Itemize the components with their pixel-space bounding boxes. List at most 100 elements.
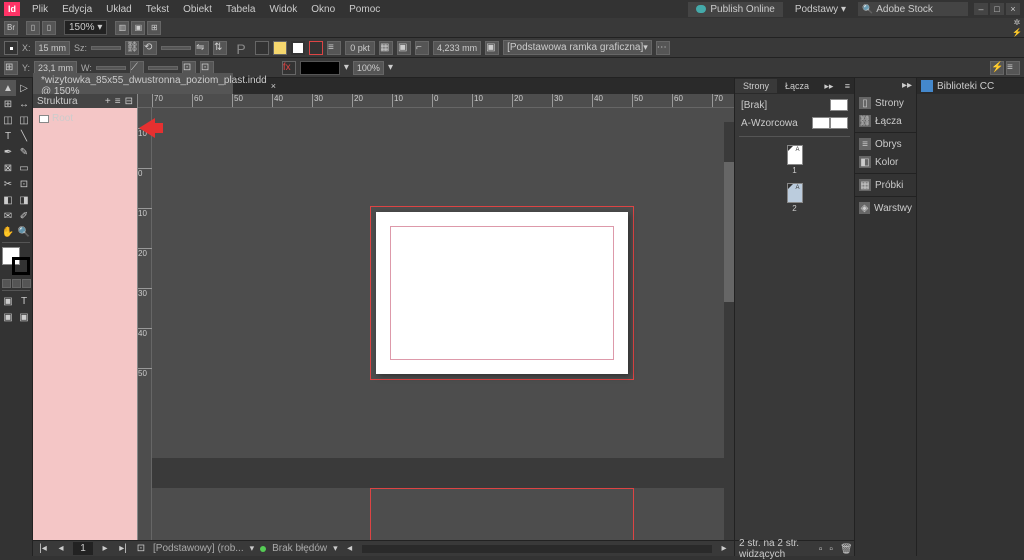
cp-stroke[interactable]: ≡Obrys: [855, 135, 916, 153]
page-2-thumb[interactable]: A: [787, 183, 803, 203]
search-input[interactable]: 🔍 Adobe Stock: [858, 2, 968, 16]
scroll-right-icon[interactable]: ▸: [718, 543, 730, 555]
menu-help[interactable]: Pomoc: [343, 2, 386, 17]
effects-icon[interactable]: ▦: [379, 41, 393, 55]
preferences-icon[interactable]: ✲: [1012, 18, 1022, 26]
panel-menu-icon[interactable]: ≡: [1006, 61, 1020, 75]
selection-tool[interactable]: ▲: [0, 80, 16, 96]
corner-icon[interactable]: ⌐: [415, 41, 429, 55]
cp-pages[interactable]: ▯Strony: [855, 94, 916, 112]
doc-icon2[interactable]: ▯: [42, 21, 56, 35]
content-collector-tool[interactable]: ◫: [0, 112, 16, 128]
zoom-field[interactable]: 150% ▾: [64, 20, 107, 35]
maximize-button[interactable]: □: [990, 3, 1004, 15]
rotate-field[interactable]: [161, 46, 191, 50]
tab-pages[interactable]: Strony: [735, 79, 777, 93]
note-tool[interactable]: ✉: [0, 208, 16, 224]
fit-icon[interactable]: ▣: [485, 41, 499, 55]
screen-mode-icon[interactable]: ▣: [131, 21, 145, 35]
horizontal-ruler[interactable]: 70 60 50 40 30 20 10 0 10 20 30 40 50 60…: [138, 94, 734, 108]
shear-field[interactable]: [148, 66, 178, 70]
page-1-thumb[interactable]: A: [787, 145, 803, 165]
object-style-select[interactable]: [Podstawowa ramka graficzna]▾: [503, 40, 652, 55]
prev-page-icon[interactable]: ◂: [55, 543, 67, 555]
h-field[interactable]: [96, 66, 126, 70]
screen-mode-btn2[interactable]: ▣: [16, 309, 32, 325]
ref-point-icon[interactable]: [4, 41, 18, 55]
rectangle-frame-tool[interactable]: ⊠: [0, 160, 16, 176]
close-button[interactable]: ×: [1006, 3, 1020, 15]
apply-color-btn[interactable]: [2, 279, 11, 288]
preview-label[interactable]: [Podstawowy] (rob...: [153, 543, 244, 554]
structure-add-icon[interactable]: +: [105, 96, 111, 107]
publish-online-button[interactable]: Publish Online: [688, 2, 782, 17]
arrange-icon[interactable]: ⊞: [147, 21, 161, 35]
gradient-swatch-tool[interactable]: ◧: [0, 192, 16, 208]
fill-stroke-swatch[interactable]: [2, 247, 30, 275]
cp-layers[interactable]: ◈Warstwy: [855, 199, 916, 217]
delete-page-icon[interactable]: 🗑: [840, 544, 850, 554]
cp-links[interactable]: ⛓Łącza: [855, 112, 916, 130]
opacity-field[interactable]: 100%: [353, 61, 384, 75]
fx-icon[interactable]: fx: [282, 61, 296, 75]
corner-field[interactable]: 4,233 mm: [433, 41, 481, 55]
view-options-icon[interactable]: ▥: [115, 21, 129, 35]
edit-page-size-icon[interactable]: ▫: [819, 544, 826, 554]
menu-text[interactable]: Tekst: [140, 2, 175, 17]
stroke-swatch[interactable]: [291, 41, 305, 55]
structure-body[interactable]: Root: [33, 108, 137, 540]
scissors-tool[interactable]: ✂: [0, 176, 16, 192]
screen-mode-btn[interactable]: ▣: [0, 309, 16, 325]
menu-window[interactable]: Okno: [305, 2, 341, 17]
panel-menu-icon[interactable]: ≡: [841, 79, 854, 93]
next-page-icon[interactable]: ▸: [99, 543, 111, 555]
menu-table[interactable]: Tabela: [220, 2, 261, 17]
quick-apply-icon[interactable]: ⚡: [990, 61, 1004, 75]
flip-v-icon[interactable]: ⇅: [213, 41, 227, 55]
stroke-weight-field[interactable]: 0 pkt: [345, 41, 375, 55]
eyedropper-tool[interactable]: ✐: [16, 208, 32, 224]
bridge-icon[interactable]: Br: [4, 21, 18, 35]
content-placer-tool[interactable]: ◫: [16, 112, 32, 128]
structure-collapse-icon[interactable]: ⊟: [125, 96, 133, 107]
stroke-swatch2[interactable]: [309, 41, 323, 55]
wrap-icon[interactable]: ▣: [397, 41, 411, 55]
minimize-button[interactable]: –: [974, 3, 988, 15]
line-tool[interactable]: ╲: [16, 128, 32, 144]
page-tool[interactable]: ⊞: [0, 96, 16, 112]
menu-edit[interactable]: Edycja: [56, 2, 98, 17]
tab-links[interactable]: Łącza: [777, 79, 817, 93]
hand-tool[interactable]: ✋: [0, 224, 16, 240]
options-icon[interactable]: ⋯: [656, 41, 670, 55]
first-page-icon[interactable]: |◂: [37, 543, 49, 555]
flash-icon[interactable]: ⚡: [1012, 28, 1022, 36]
stroke-style-select[interactable]: [300, 61, 340, 75]
zoom-tool[interactable]: 🔍: [16, 224, 32, 240]
pasteboard[interactable]: [152, 108, 734, 540]
workspace-selector[interactable]: Podstawy ▾: [789, 2, 852, 17]
rectangle-tool[interactable]: ▭: [16, 160, 32, 176]
menu-file[interactable]: Plik: [26, 2, 54, 17]
grid-icon[interactable]: ⊞: [4, 61, 18, 75]
new-page-icon[interactable]: ▫: [829, 544, 836, 554]
page-1-thumb-wrap[interactable]: A 1: [739, 145, 850, 175]
constrain-icon[interactable]: ⛓: [125, 41, 139, 55]
page-2-thumb-wrap[interactable]: A 2: [739, 183, 850, 213]
structure-root-item[interactable]: Root: [37, 112, 133, 125]
flip-h-icon[interactable]: ⇋: [195, 41, 209, 55]
horizontal-scrollbar[interactable]: [362, 545, 712, 553]
gradient-feather-tool[interactable]: ◨: [16, 192, 32, 208]
scrollbar-thumb[interactable]: [724, 162, 734, 302]
pen-tool[interactable]: ✒: [0, 144, 16, 160]
gap-tool[interactable]: ↔: [16, 96, 32, 112]
master-none-row[interactable]: [Brak]: [739, 98, 850, 112]
fill-swatch2[interactable]: [273, 41, 287, 55]
normal-view-mode[interactable]: ▣: [0, 293, 16, 309]
menu-object[interactable]: Obiekt: [177, 2, 218, 17]
preflight-label[interactable]: Brak błędów: [272, 543, 327, 554]
scroll-left-icon[interactable]: ◂: [344, 543, 356, 555]
menu-layout[interactable]: Układ: [100, 2, 138, 17]
x-field[interactable]: 15 mm: [35, 41, 71, 55]
type-tool[interactable]: T: [0, 128, 16, 144]
last-page-icon[interactable]: ▸|: [117, 543, 129, 555]
